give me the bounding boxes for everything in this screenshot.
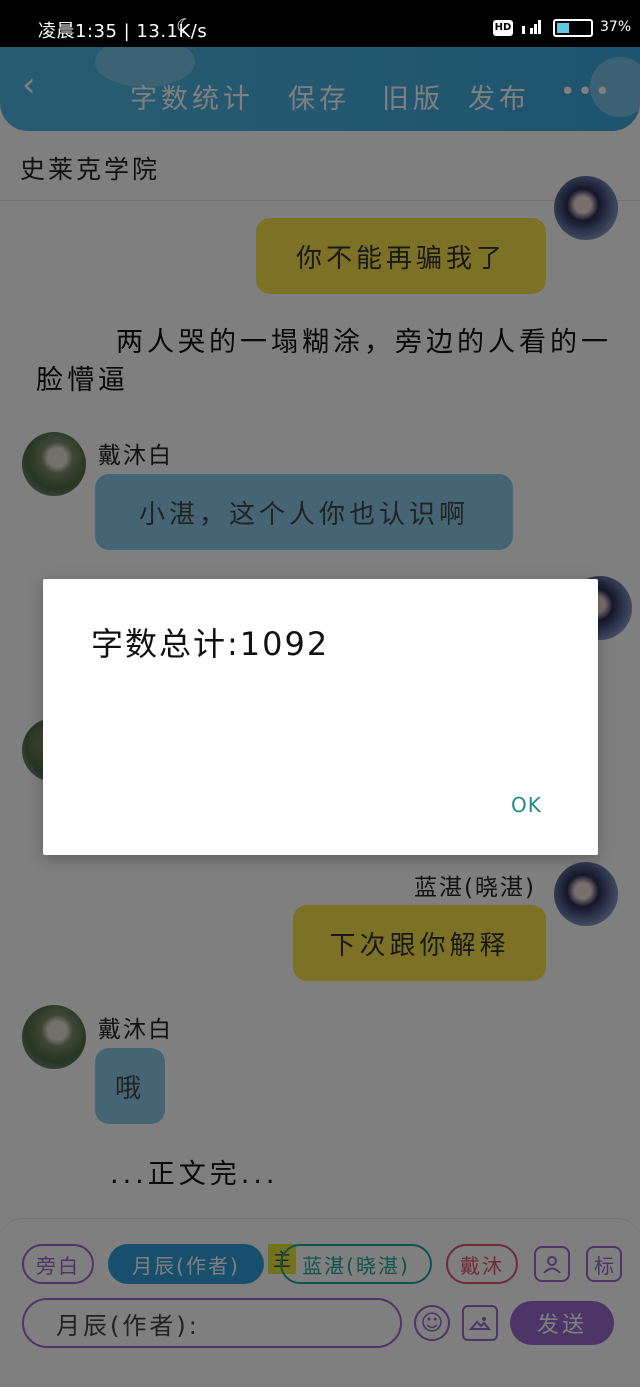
moon-icon: ☾ [176,14,194,38]
battery-percent: 37% [600,19,632,35]
hd-badge: HD [493,20,513,36]
status-bar: 凌晨1:35 | 13.1K/s ☾ HD 37% [0,0,640,50]
ok-button[interactable]: OK [511,793,542,817]
battery-icon [553,19,593,37]
signal-icon [522,20,541,34]
word-count-message: 字数总计:1092 [91,625,330,663]
word-count-dialog: 字数总计:1092 OK [43,579,598,855]
